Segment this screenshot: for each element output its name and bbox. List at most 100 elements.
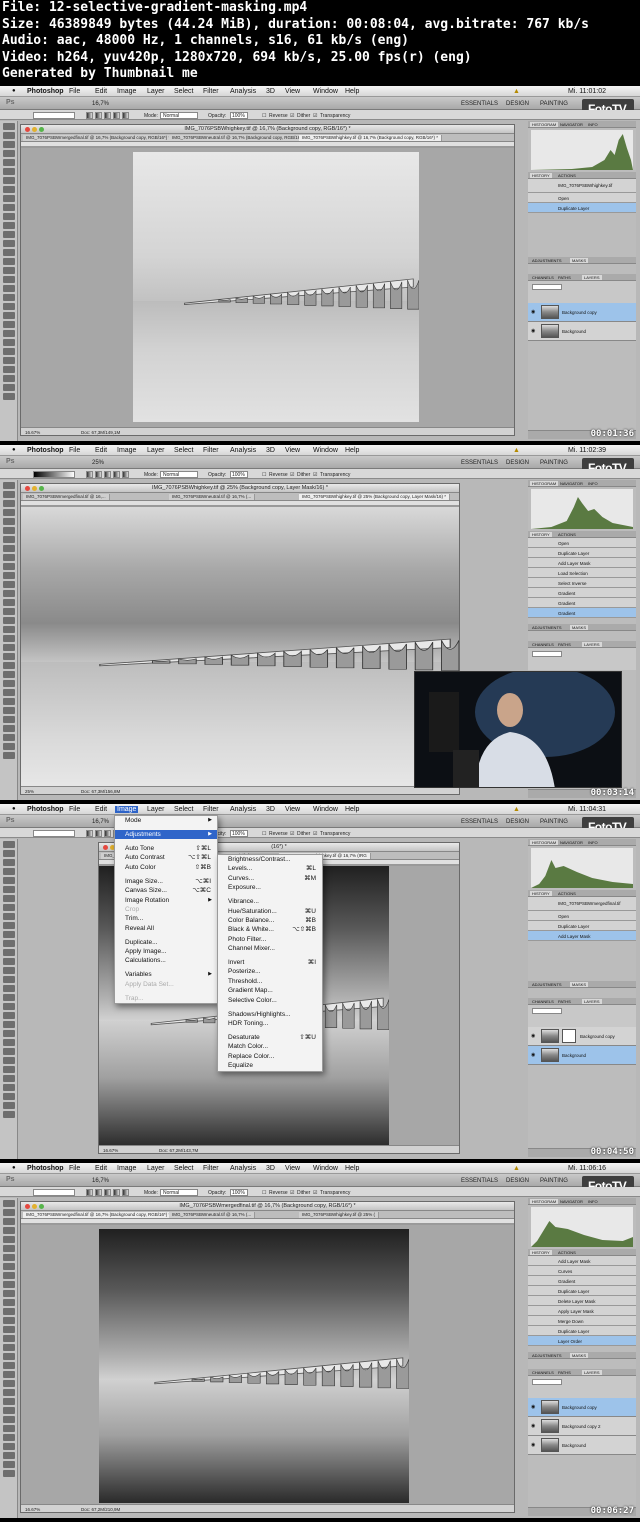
menu-image[interactable]: Image	[117, 88, 136, 95]
dither-checkbox[interactable]: ☑	[290, 1190, 294, 1196]
blend-mode-select[interactable]	[532, 1008, 562, 1014]
adjustments-menu-item[interactable]: Posterize...	[218, 967, 322, 976]
gradient-type-button[interactable]	[104, 111, 111, 119]
panel-tab-history[interactable]: HISTORY	[530, 891, 552, 896]
history-state[interactable]: Curves	[528, 1266, 636, 1276]
panel-tab-navigator[interactable]: NAVIGATOR	[558, 1199, 585, 1204]
zoom-level-field[interactable]: 16,7%	[92, 819, 109, 825]
panel-tab-layers[interactable]: LAYERS	[582, 1370, 602, 1375]
history-state[interactable]: Duplicate Layer	[528, 1326, 636, 1336]
image-menu-item[interactable]: Reveal All	[115, 924, 217, 933]
tool-icon[interactable]	[2, 366, 15, 373]
mode-select[interactable]: Normal	[160, 111, 198, 119]
menu-filter[interactable]: Filter	[203, 447, 219, 454]
history-state[interactable]: Add Layer Mask	[528, 931, 636, 941]
adjustments-menu-item[interactable]: Shadows/Highlights...	[218, 1010, 322, 1019]
image-menu-item[interactable]: Duplicate...	[115, 938, 217, 947]
image-menu-item[interactable]: Adjustments ▶	[115, 829, 217, 840]
visibility-eye-icon[interactable]: ◉	[531, 1442, 535, 1448]
layer-row[interactable]: ◉ Background copy	[528, 1027, 636, 1046]
menu-help[interactable]: Help	[345, 88, 359, 95]
tool-icon[interactable]	[2, 384, 15, 391]
menu-file[interactable]: File	[69, 88, 80, 95]
tool-icon[interactable]	[2, 913, 15, 920]
gradient-type-button[interactable]	[104, 1188, 111, 1196]
document-tab[interactable]: IMG_7076PSBWneutral.tif @ 16,7% (Backgro…	[169, 135, 311, 141]
tool-icon[interactable]	[2, 608, 15, 615]
menu-edit[interactable]: Edit	[95, 806, 107, 813]
tool-icon[interactable]	[2, 985, 15, 992]
gradient-type-button[interactable]	[122, 111, 129, 119]
history-state[interactable]: Select Inverse	[528, 578, 636, 588]
tool-icon[interactable]	[2, 357, 15, 364]
history-state[interactable]: Duplicate Layer	[528, 203, 636, 213]
zoom-window-icon[interactable]	[39, 486, 44, 491]
history-state[interactable]: Duplicate Layer	[528, 1286, 636, 1296]
menu-window[interactable]: Window	[313, 1165, 338, 1172]
tool-icon[interactable]	[2, 500, 15, 507]
panel-tab-actions[interactable]: ACTIONS	[556, 173, 578, 178]
layer-row[interactable]: ◉ Background	[528, 1046, 636, 1065]
tool-icon[interactable]	[2, 1371, 15, 1378]
tool-icon[interactable]	[2, 1326, 15, 1333]
tool-icon[interactable]	[2, 222, 15, 229]
dither-checkbox[interactable]: ☑	[290, 113, 294, 119]
history-state[interactable]: Open	[528, 193, 636, 203]
tool-icon[interactable]	[2, 734, 15, 741]
menu-file[interactable]: File	[69, 806, 80, 813]
image-menu-item[interactable]: Image Rotation ▶	[115, 896, 217, 905]
reverse-checkbox[interactable]: ☐	[262, 472, 266, 478]
panel-tab-channels[interactable]: CHANNELS	[530, 1370, 556, 1375]
panel-tab-actions[interactable]: ACTIONS	[556, 891, 578, 896]
gradient-type-button[interactable]	[113, 1188, 120, 1196]
tool-icon[interactable]	[2, 590, 15, 597]
tool-icon[interactable]	[2, 850, 15, 857]
gradient-type-button[interactable]	[95, 829, 102, 837]
tool-icon[interactable]	[2, 716, 15, 723]
menu-edit[interactable]: Edit	[95, 88, 107, 95]
panel-tab-paths[interactable]: PATHS	[556, 642, 573, 647]
tool-icon[interactable]	[2, 680, 15, 687]
panel-tab-masks[interactable]: MASKS	[570, 982, 589, 987]
tool-icon[interactable]	[2, 1389, 15, 1396]
tool-icon[interactable]	[2, 563, 15, 570]
tool-icon[interactable]	[2, 231, 15, 238]
tool-icon[interactable]	[2, 1416, 15, 1423]
tool-icon[interactable]	[2, 1021, 15, 1028]
menu-analysis[interactable]: Analysis	[230, 806, 256, 813]
tool-icon[interactable]	[2, 752, 15, 759]
tool-icon[interactable]	[2, 1317, 15, 1324]
layer-row[interactable]: ◉ Background copy	[528, 303, 636, 322]
tool-icon[interactable]	[2, 1048, 15, 1055]
panel-tab-navigator[interactable]: NAVIGATOR	[558, 122, 585, 127]
zoom-window-icon[interactable]	[39, 127, 44, 132]
tool-icon[interactable]	[2, 1443, 15, 1450]
menu-3d[interactable]: 3D	[266, 88, 275, 95]
panel-tab-adjustments[interactable]: ADJUSTMENTS	[530, 982, 564, 987]
menu-layer[interactable]: Layer	[147, 1165, 165, 1172]
tool-icon[interactable]	[2, 204, 15, 211]
gradient-picker[interactable]	[33, 111, 75, 119]
menu-window[interactable]: Window	[313, 88, 338, 95]
history-state[interactable]: Add Layer Mask	[528, 1256, 636, 1266]
image-menu-item[interactable]: Image Size... ⌥⌘I	[115, 877, 217, 886]
adjustments-menu-item[interactable]: Selective Color...	[218, 996, 322, 1005]
tool-icon[interactable]	[2, 877, 15, 884]
panel-tab-adjustments[interactable]: ADJUSTMENTS	[530, 625, 564, 630]
panel-tab-navigator[interactable]: NAVIGATOR	[558, 481, 585, 486]
panel-tab-info[interactable]: INFO	[586, 1199, 600, 1204]
adjustments-menu-item[interactable]: Equalize	[218, 1061, 322, 1070]
history-state[interactable]: Layer Order	[528, 1336, 636, 1346]
tool-icon[interactable]	[2, 599, 15, 606]
document-tab[interactable]: IMG_7076PSBWhighkey.tif @ 25% (	[299, 1212, 380, 1218]
tool-icon[interactable]	[2, 393, 15, 400]
history-state[interactable]: Open	[528, 911, 636, 921]
image-menu-item[interactable]: Auto Color ⇧⌘B	[115, 863, 217, 872]
gradient-type-button[interactable]	[122, 470, 129, 478]
reverse-checkbox[interactable]: ☐	[262, 831, 266, 837]
menu-view[interactable]: View	[285, 447, 300, 454]
adjustments-menu-item[interactable]: Desaturate ⇧⌘U	[218, 1033, 322, 1042]
document-tab[interactable]: IMG_7076PSBWmergedfinal.tif @ 16,7% (Bac…	[23, 135, 175, 141]
menu-image[interactable]: Image	[115, 805, 139, 813]
tool-icon[interactable]	[2, 1272, 15, 1279]
